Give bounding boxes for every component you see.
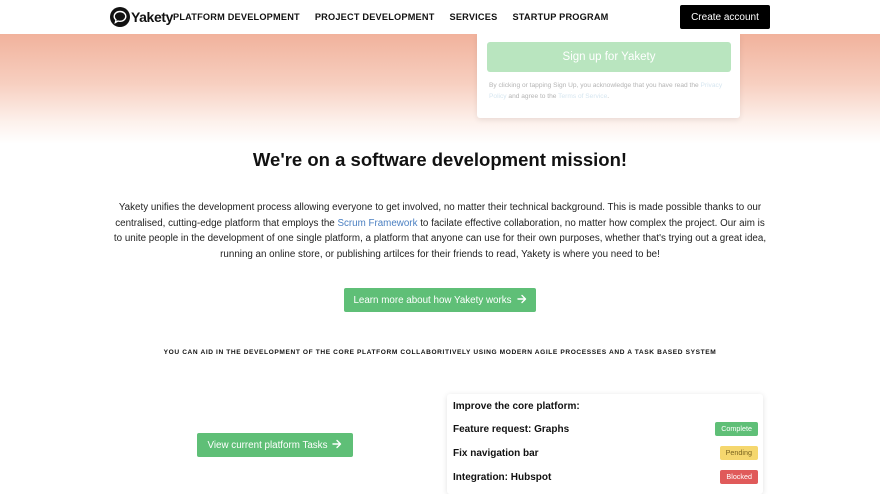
agile-process-tagline: YOU CAN AID IN THE DEVELOPMENT OF THE CO… <box>163 349 717 356</box>
nav-startup-program[interactable]: STARTUP PROGRAM <box>512 12 608 22</box>
nav-services[interactable]: SERVICES <box>450 12 498 22</box>
view-tasks-label: View current platform Tasks <box>207 439 328 451</box>
mission-description: Yakety unifies the development process a… <box>110 200 770 262</box>
task-row[interactable]: Feature request: Graphs Complete <box>453 421 758 437</box>
signup-button[interactable]: Sign up for Yakety <box>487 42 731 72</box>
signup-terms-text: By clicking or tapping Sign Up, you ackn… <box>489 80 729 102</box>
mission-title: We're on a software development mission! <box>252 149 628 170</box>
hero-gradient-background <box>0 34 880 144</box>
task-row[interactable]: Fix navigation bar Pending <box>453 445 758 461</box>
scrum-framework-link[interactable]: Scrum Framework <box>337 218 417 229</box>
terms-text-end: . <box>607 93 610 100</box>
nav-platform-development[interactable]: PLATFORM DEVELOPMENT <box>173 12 300 22</box>
learn-more-label: Learn more about how Yakety works <box>353 294 512 306</box>
task-name: Integration: Hubspot <box>453 471 552 483</box>
arrow-right-icon <box>516 294 527 307</box>
arrow-right-icon <box>332 439 342 452</box>
terms-text-start: By clicking or tapping Sign Up, you ackn… <box>489 82 701 89</box>
chat-bubble-logo-icon <box>110 7 130 27</box>
task-name: Fix navigation bar <box>453 447 539 459</box>
nav-project-development[interactable]: PROJECT DEVELOPMENT <box>315 12 435 22</box>
task-card: Improve the core platform: Feature reque… <box>447 394 763 494</box>
task-name: Feature request: Graphs <box>453 423 570 435</box>
view-tasks-button[interactable]: View current platform Tasks <box>197 433 353 457</box>
terms-text-middle: and agree to the <box>506 93 559 100</box>
status-badge: Pending <box>719 446 758 460</box>
signup-card: Sign up for Yakety By clicking or tappin… <box>477 34 740 118</box>
learn-more-button[interactable]: Learn more about how Yakety works <box>344 288 536 312</box>
task-row[interactable]: Integration: Hubspot Blocked <box>453 469 758 485</box>
top-navbar: Yakety PLATFORM DEVELOPMENT PROJECT DEVE… <box>0 0 880 34</box>
logo[interactable]: Yakety <box>110 7 173 27</box>
create-account-button[interactable]: Create account <box>680 5 770 29</box>
main-nav: PLATFORM DEVELOPMENT PROJECT DEVELOPMENT… <box>173 12 624 22</box>
task-card-title: Improve the core platform: <box>453 401 580 412</box>
terms-of-service-link[interactable]: Terms of Service <box>558 93 607 100</box>
status-badge: Complete <box>715 422 758 436</box>
logo-text: Yakety <box>131 9 173 25</box>
